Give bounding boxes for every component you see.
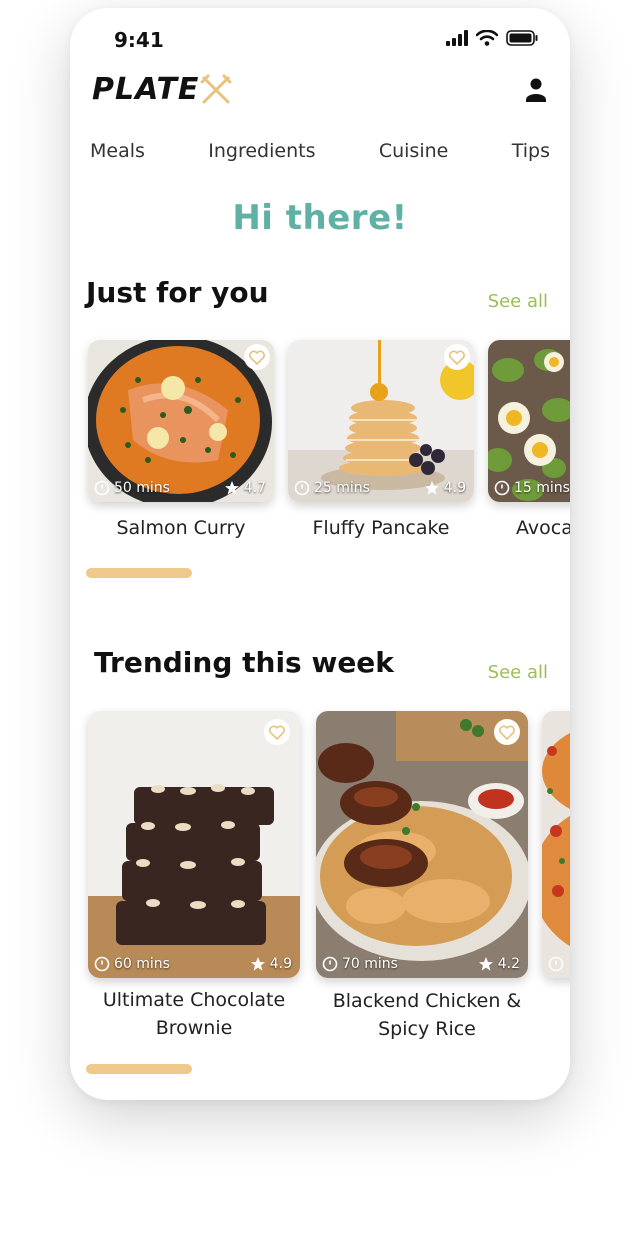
- favorite-button[interactable]: [494, 719, 520, 745]
- chicken-rice-image: [316, 711, 528, 978]
- nav-meals[interactable]: Meals: [90, 140, 145, 162]
- avocado-egg-image: [488, 340, 570, 502]
- recipe-title[interactable]: Salmon Curry: [88, 514, 274, 542]
- favorite-button[interactable]: [244, 344, 270, 370]
- signal-icon: [446, 30, 468, 46]
- cook-time: 25 mins: [314, 480, 370, 496]
- heart-icon: [449, 350, 465, 365]
- recipe-title[interactable]: Ultimate Chocolate Brownie: [88, 986, 300, 1042]
- heart-icon: [269, 725, 285, 740]
- heart-icon: [249, 350, 265, 365]
- clock-icon: [94, 956, 110, 972]
- carousel-indicator: [86, 568, 192, 578]
- nav-tips[interactable]: Tips: [512, 140, 550, 162]
- clock-icon: [94, 480, 110, 496]
- pizza-image: [542, 711, 570, 978]
- section-title-for-you: Just for you: [86, 276, 269, 309]
- app-logo[interactable]: PLATE: [92, 72, 233, 107]
- recipe-meta: [548, 956, 570, 972]
- recipe-card-chocolate-brownie[interactable]: 60 mins 4.9: [88, 711, 300, 978]
- section-title-trending: Trending this week: [94, 646, 394, 679]
- wifi-icon: [476, 30, 498, 46]
- heart-icon: [499, 725, 515, 740]
- cook-time: 70 mins: [342, 956, 398, 972]
- favorite-button[interactable]: [264, 719, 290, 745]
- see-all-for-you-link[interactable]: See all: [488, 291, 548, 312]
- status-time: 9:41: [114, 28, 164, 52]
- logo-text: PLATE: [92, 72, 200, 107]
- nav-ingredients[interactable]: Ingredients: [208, 140, 315, 162]
- cook-time: 60 mins: [114, 956, 170, 972]
- clock-icon: [322, 956, 338, 972]
- recipe-card-blackend-chicken[interactable]: 70 mins 4.2: [316, 711, 528, 978]
- cook-time: 50 mins: [114, 480, 170, 496]
- battery-icon: [506, 30, 538, 46]
- star-icon: [250, 957, 265, 971]
- recipe-card-fluffy-pancake[interactable]: 25 mins 4.9: [288, 340, 474, 502]
- cook-time: 15 mins: [514, 480, 570, 496]
- profile-button[interactable]: [526, 78, 546, 106]
- recipe-title[interactable]: Fluffy Pancake: [288, 514, 474, 542]
- rating: 4.9: [269, 956, 292, 972]
- recipe-meta: 25 mins 4.9: [294, 480, 466, 496]
- recipe-meta: 60 mins 4.9: [94, 956, 292, 972]
- category-nav: Meals Ingredients Cuisine Tips: [90, 140, 550, 162]
- star-icon: [224, 481, 239, 495]
- clock-icon: [494, 480, 510, 496]
- rating: 4.7: [243, 480, 266, 496]
- phone-frame: 9:41 PLATE Meals Ingredients Cuisine Tip…: [70, 8, 570, 1100]
- star-icon: [478, 957, 493, 971]
- see-all-trending-link[interactable]: See all: [488, 662, 548, 683]
- recipe-card-salmon-curry[interactable]: 50 mins 4.7: [88, 340, 274, 502]
- carousel-indicator: [86, 1064, 192, 1074]
- recipe-card-avocado[interactable]: 15 mins: [488, 340, 570, 502]
- clock-icon: [548, 956, 564, 972]
- clock-icon: [294, 480, 310, 496]
- chocolate-brownie-image: [88, 711, 300, 978]
- recipe-card-pizza[interactable]: [542, 711, 570, 978]
- greeting-heading: Hi there!: [232, 198, 408, 238]
- recipe-meta: 15 mins: [494, 480, 570, 496]
- nav-cuisine[interactable]: Cuisine: [379, 140, 449, 162]
- recipe-title[interactable]: Avoca: [488, 514, 570, 542]
- status-icons: [446, 30, 538, 46]
- star-icon: [424, 481, 439, 495]
- recipe-title[interactable]: Blackend Chicken & Spicy Rice: [316, 987, 538, 1043]
- recipe-meta: 70 mins 4.2: [322, 956, 520, 972]
- rating: 4.9: [443, 480, 466, 496]
- user-icon: [526, 78, 546, 102]
- rating: 4.2: [497, 956, 520, 972]
- fork-knife-icon: [200, 74, 232, 103]
- recipe-meta: 50 mins 4.7: [94, 480, 266, 496]
- favorite-button[interactable]: [444, 344, 470, 370]
